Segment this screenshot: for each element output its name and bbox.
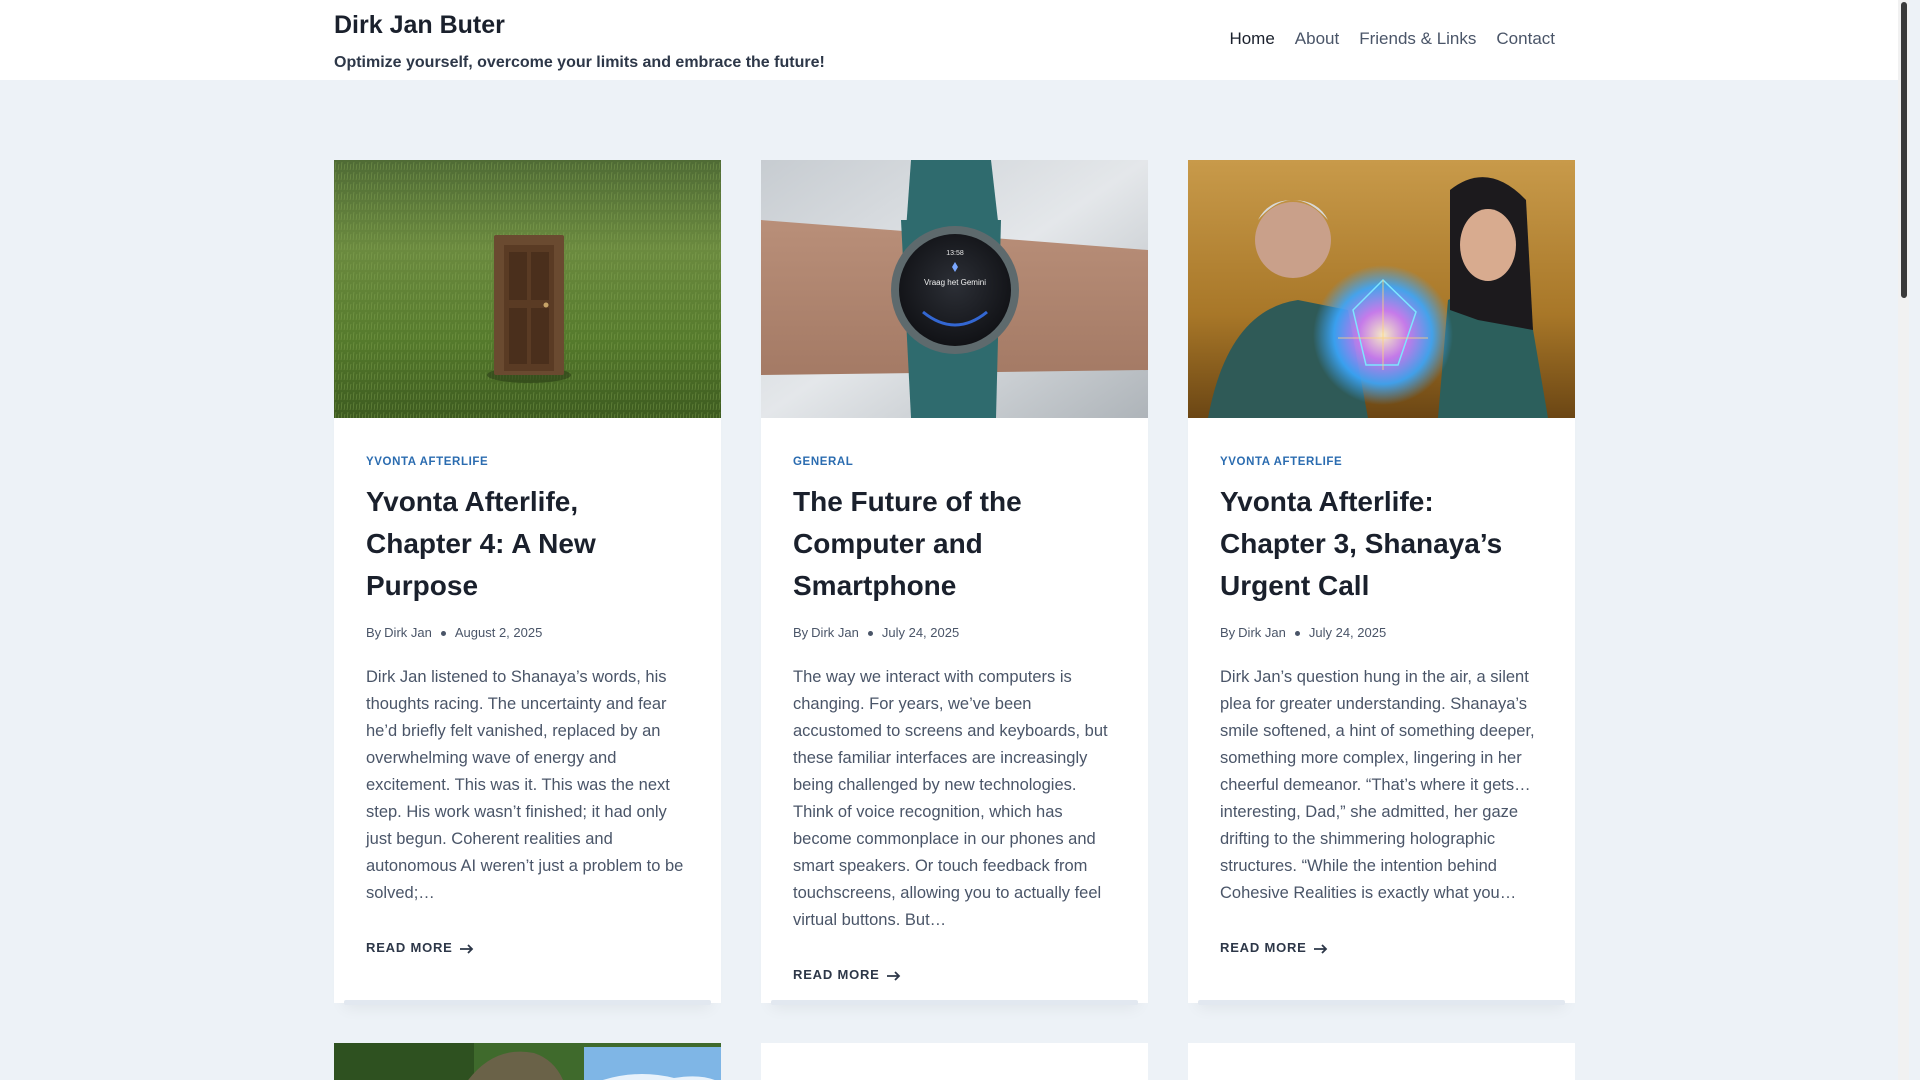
post-category[interactable]: General — [793, 455, 853, 469]
post-thumbnail[interactable] — [334, 160, 721, 418]
scrollbar-thumb[interactable] — [1901, 2, 1907, 298]
post-title[interactable]: Yvonta Afterlife: Chapter 3, Shanaya’s U… — [1220, 481, 1543, 607]
read-more-link[interactable]: Read More — [793, 967, 901, 982]
post-thumbnail[interactable] — [334, 1043, 721, 1080]
meta-separator — [440, 630, 446, 636]
post-meta: By Dirk Jan August 2, 2025 — [366, 624, 689, 642]
nav-contact[interactable]: Contact — [1486, 29, 1565, 49]
page: Dirk Jan Buter Optimize yourself, overco… — [0, 0, 1909, 1080]
hologram-image — [1188, 160, 1575, 418]
post-thumbnail[interactable] — [1188, 160, 1575, 418]
arrow-right-icon — [1313, 942, 1328, 954]
arrow-right-icon — [886, 969, 901, 981]
card-bottom-bar — [344, 1000, 711, 1005]
by-label: By — [366, 625, 382, 640]
watch-time: 13:58 — [946, 250, 964, 257]
meta-separator — [1294, 630, 1300, 636]
post-title[interactable]: The Future of the Computer and Smartphon… — [793, 481, 1116, 607]
post-author[interactable]: Dirk Jan — [384, 624, 432, 642]
post-card — [334, 1043, 721, 1080]
post-card — [1188, 1043, 1575, 1080]
post-grid: Yvonta Afterlife Yvonta Afterlife, Chapt… — [334, 160, 1576, 1080]
scrollbar[interactable] — [1898, 0, 1909, 1080]
by-label: By — [793, 625, 809, 640]
post-card: Yvonta Afterlife Yvonta Afterlife: Chapt… — [1188, 160, 1575, 1005]
post-category[interactable]: Yvonta Afterlife — [1220, 455, 1342, 469]
read-more-label: Read More — [366, 939, 453, 955]
read-more-link[interactable]: Read More — [1220, 940, 1328, 955]
card-bottom-bar — [771, 1000, 1138, 1005]
post-date: July 24, 2025 — [1308, 625, 1387, 640]
read-more-link[interactable]: Read More — [366, 940, 474, 955]
read-more-label: Read More — [793, 966, 880, 982]
site-title[interactable]: Dirk Jan Buter — [334, 10, 825, 40]
nav-about[interactable]: About — [1285, 29, 1349, 49]
door-in-grass-image — [334, 160, 721, 418]
post-author[interactable]: Dirk Jan — [811, 624, 859, 642]
brand: Dirk Jan Buter Optimize yourself, overco… — [334, 10, 825, 73]
post-excerpt: The way we interact with computers is ch… — [793, 668, 1108, 929]
post-date: July 24, 2025 — [881, 625, 960, 640]
arrow-right-icon — [459, 942, 474, 954]
smartwatch-image: 13:58 Vraag het Gemini — [761, 160, 1148, 418]
post-card — [761, 1043, 1148, 1080]
main-nav: Home About Friends & Links Contact — [1219, 29, 1565, 49]
card-bottom-bar — [1198, 1000, 1565, 1005]
post-author[interactable]: Dirk Jan — [1238, 624, 1286, 642]
read-more-label: Read More — [1220, 939, 1307, 955]
post-card: 13:58 Vraag het Gemini General The Futur… — [761, 160, 1148, 1005]
post-meta: By Dirk Jan July 24, 2025 — [1220, 624, 1543, 642]
watch-text: Vraag het Gemini — [924, 278, 986, 287]
meta-separator — [867, 630, 873, 636]
post-meta: By Dirk Jan July 24, 2025 — [793, 624, 1116, 642]
post-date: August 2, 2025 — [454, 625, 543, 640]
post-excerpt: Dirk Jan listened to Shanaya’s words, hi… — [366, 668, 684, 902]
nav-friends-links[interactable]: Friends & Links — [1349, 29, 1486, 49]
site-header: Dirk Jan Buter Optimize yourself, overco… — [0, 0, 1909, 80]
post-card: Yvonta Afterlife Yvonta Afterlife, Chapt… — [334, 160, 721, 1005]
post-category[interactable]: Yvonta Afterlife — [366, 455, 488, 469]
post-excerpt: Dirk Jan’s question hung in the air, a s… — [1220, 668, 1535, 902]
post-title[interactable]: Yvonta Afterlife, Chapter 4: A New Purpo… — [366, 481, 689, 607]
site-tagline: Optimize yourself, overcome your limits … — [334, 54, 825, 71]
by-label: By — [1220, 625, 1236, 640]
nav-home[interactable]: Home — [1219, 29, 1284, 49]
post-thumbnail[interactable]: 13:58 Vraag het Gemini — [761, 160, 1148, 418]
